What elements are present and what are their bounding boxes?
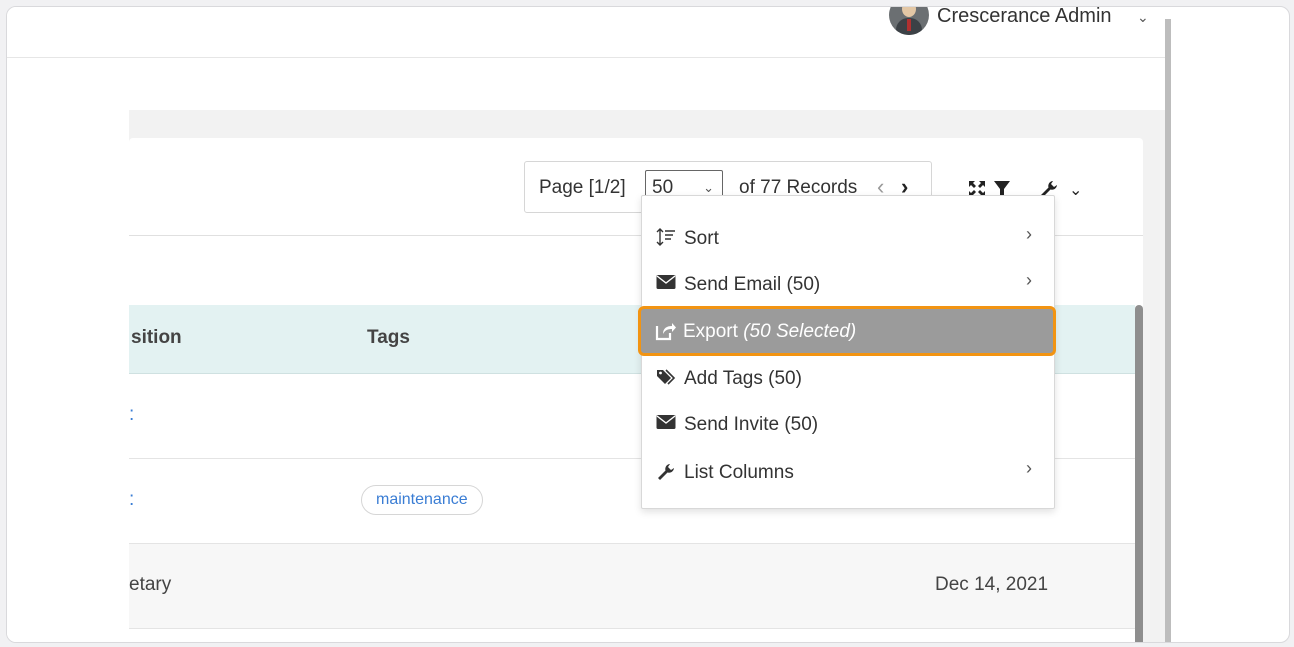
chevron-right-icon: › <box>1026 270 1032 290</box>
menu-item-label: Add Tags (50) <box>684 368 802 389</box>
row-position-fragment: etary <box>129 574 172 595</box>
sort-icon <box>656 228 676 246</box>
tools-dropdown-menu: Sort › Send Email (50) › Export (50 Sele… <box>638 195 1056 509</box>
chevron-down-icon[interactable]: ⌄ <box>1069 180 1082 200</box>
top-header: Crescerance Admin ⌄ <box>7 7 1169 58</box>
chevron-down-icon[interactable]: ⌄ <box>1137 9 1149 26</box>
export-label: Export <box>683 321 738 342</box>
chevron-right-icon: › <box>1026 458 1032 478</box>
menu-item-label: Send Invite (50) <box>684 414 819 435</box>
menu-item-label: List Columns <box>684 462 794 483</box>
user-name[interactable]: Crescerance Admin <box>937 7 1112 28</box>
row-date: Dec 14, 2021 <box>935 574 1049 595</box>
row-link-fragment[interactable]: : <box>129 404 134 426</box>
envelope-icon <box>656 274 676 292</box>
user-avatar[interactable] <box>889 7 929 35</box>
export-selected-count: (50 Selected) <box>743 321 857 342</box>
page-label: Page [1/2] <box>539 177 626 198</box>
menu-item-label: Send Email (50) <box>684 274 821 295</box>
column-header-position[interactable]: sition <box>131 327 182 349</box>
menu-item-label: Sort <box>684 228 719 249</box>
tag-badge[interactable]: maintenance <box>361 485 483 515</box>
tags-icon <box>656 368 676 386</box>
menu-item-add-tags[interactable]: Add Tags (50) <box>642 354 1054 400</box>
wrench-icon <box>656 462 676 480</box>
menu-item-sort[interactable]: Sort › <box>642 214 1054 260</box>
table-scrollbar[interactable] <box>1135 305 1143 642</box>
menu-item-send-email[interactable]: Send Email (50) › <box>642 260 1054 306</box>
column-header-tags[interactable]: Tags <box>367 327 410 349</box>
envelope-icon <box>656 414 676 432</box>
export-icon <box>655 321 676 341</box>
menu-item-list-columns[interactable]: List Columns › <box>642 448 1054 494</box>
chevron-down-icon: ⌄ <box>703 180 714 195</box>
row-link-fragment[interactable]: : <box>129 489 134 511</box>
menu-item-label: Export (50 Selected) <box>683 321 856 343</box>
menu-item-send-invite[interactable]: Send Invite (50) <box>642 400 1054 446</box>
table-row[interactable] <box>129 629 1135 642</box>
menu-item-export[interactable]: Export (50 Selected) <box>638 306 1056 356</box>
left-panel <box>7 58 129 642</box>
chevron-right-icon: › <box>1026 224 1032 244</box>
table-row[interactable]: etary Dec 14, 2021 <box>129 544 1135 629</box>
sub-header-bar <box>129 58 1169 111</box>
page-scrollbar[interactable] <box>1165 19 1171 642</box>
